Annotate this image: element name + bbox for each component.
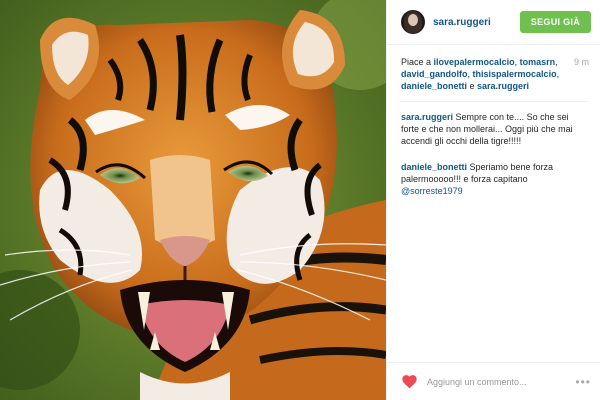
instagram-post: sara.ruggeri SEGUI GIÀ Piace a ilovepale… bbox=[0, 0, 600, 400]
comment-author-link[interactable]: daniele_bonetti bbox=[401, 162, 467, 172]
post-footer: ••• bbox=[387, 362, 600, 400]
mention-link[interactable]: @sorreste1979 bbox=[401, 186, 463, 196]
comment-item: daniele_bonetti Speriamo bene forza pale… bbox=[401, 161, 589, 197]
username-link[interactable]: sara.ruggeri bbox=[433, 17, 520, 28]
liker-link[interactable]: daniele_bonetti bbox=[401, 81, 467, 91]
liker-link[interactable]: tomasrn bbox=[520, 57, 556, 67]
liker-link[interactable]: ilovepalermocalcio bbox=[434, 57, 515, 67]
post-body: Piace a ilovepalermocalcio, tomasrn, dav… bbox=[387, 46, 600, 197]
likes-prefix: Piace a bbox=[401, 57, 434, 67]
liker-link[interactable]: sara.ruggeri bbox=[477, 81, 529, 91]
comment-item: sara.ruggeri Sempre con te.... So che se… bbox=[401, 101, 589, 147]
tiger-image bbox=[0, 0, 386, 400]
likes-summary: Piace a ilovepalermocalcio, tomasrn, dav… bbox=[401, 57, 589, 91]
avatar[interactable] bbox=[401, 10, 425, 34]
liker-link[interactable]: thisispalermocalcio bbox=[473, 69, 557, 79]
post-sidebar: sara.ruggeri SEGUI GIÀ Piace a ilovepale… bbox=[386, 0, 600, 400]
more-options-icon[interactable]: ••• bbox=[573, 376, 591, 388]
liker-link[interactable]: david_gandolfo bbox=[401, 69, 468, 79]
post-timestamp: 9 m bbox=[573, 57, 589, 67]
post-header: sara.ruggeri SEGUI GIÀ bbox=[387, 0, 600, 45]
following-button[interactable]: SEGUI GIÀ bbox=[519, 11, 591, 33]
comment-author-link[interactable]: sara.ruggeri bbox=[401, 112, 453, 122]
add-comment-input[interactable] bbox=[427, 371, 573, 392]
heart-icon[interactable] bbox=[401, 374, 418, 389]
post-photo-tiger[interactable] bbox=[0, 0, 386, 400]
